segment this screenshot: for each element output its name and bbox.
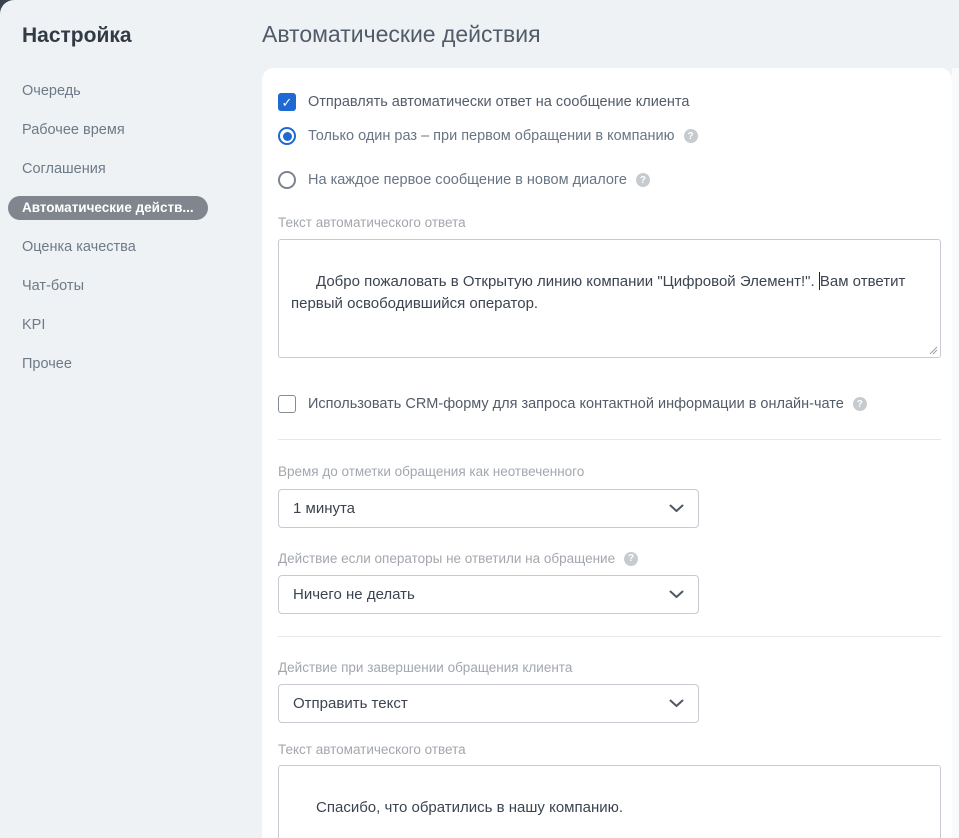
sidebar-item-label: Прочее: [22, 356, 72, 372]
sidebar-item-label: Очередь: [22, 83, 81, 99]
checkbox-checked-icon[interactable]: ✓: [278, 93, 296, 111]
radio-dot: [283, 132, 292, 141]
section-divider: [278, 439, 941, 440]
checkmark-icon: ✓: [282, 96, 293, 109]
right-edge-strip: [952, 68, 959, 838]
sidebar-item-agreements[interactable]: Соглашения: [22, 149, 262, 188]
radio-every-first-message-label: На каждое первое сообщение в новом диало…: [308, 172, 627, 188]
sidebar-item-label: Соглашения: [22, 161, 106, 177]
radio-unselected-icon[interactable]: [278, 171, 296, 189]
finish-textarea-value: Спасибо, что обратились в нашу компанию.: [316, 799, 623, 816]
sidebar-item-chat-bots[interactable]: Чат-боты: [22, 266, 262, 305]
sidebar-item-label: Рабочее время: [22, 122, 125, 138]
page-title: Автоматические действия: [262, 21, 541, 48]
sidebar-title: Настройка: [22, 24, 262, 48]
unanswered-action-select[interactable]: Ничего не делать: [278, 575, 699, 614]
help-icon[interactable]: ?: [636, 173, 650, 187]
sidebar-item-label-selected: Автоматические действ...: [8, 196, 208, 220]
help-icon[interactable]: ?: [684, 129, 698, 143]
unanswered-time-value: 1 минута: [293, 500, 669, 517]
sidebar-item-working-hours[interactable]: Рабочее время: [22, 110, 262, 149]
unanswered-time-label: Время до отметки обращения как неотвечен…: [278, 464, 941, 479]
finish-text-label: Текст автоматического ответа: [278, 742, 941, 757]
sidebar-item-label: KPI: [22, 317, 45, 333]
unanswered-action-label-text: Действие если операторы не ответили на о…: [278, 551, 615, 566]
checkbox-unchecked-icon[interactable]: [278, 395, 296, 413]
sidebar-item-quality-rating[interactable]: Оценка качества: [22, 227, 262, 266]
help-icon[interactable]: ?: [624, 552, 638, 566]
finish-action-label: Действие при завершении обращения клиент…: [278, 660, 941, 675]
resize-handle-icon[interactable]: [929, 346, 938, 355]
sidebar-item-label: Оценка качества: [22, 239, 136, 255]
crm-form-checkbox-row[interactable]: Использовать CRM-форму для запроса конта…: [278, 395, 941, 413]
sidebar: Настройка Очередь Рабочее время Соглашен…: [0, 0, 262, 838]
auto-reply-textarea[interactable]: Добро пожаловать в Открытую линию компан…: [278, 239, 941, 358]
sidebar-item-other[interactable]: Прочее: [22, 344, 262, 383]
finish-action-value: Отправить текст: [293, 695, 669, 712]
section-divider: [278, 636, 941, 637]
sidebar-item-queue[interactable]: Очередь: [22, 71, 262, 110]
radio-only-once-label: Только один раз – при первом обращении в…: [308, 128, 675, 144]
auto-reply-text-label: Текст автоматического ответа: [278, 215, 941, 230]
radio-every-first-message-row[interactable]: На каждое первое сообщение в новом диало…: [278, 171, 941, 189]
auto-reply-checkbox-label: Отправлять автоматически ответ на сообще…: [308, 94, 689, 110]
unanswered-time-select[interactable]: 1 минута: [278, 489, 699, 528]
auto-reply-text-before-caret: Добро пожаловать в Открытую линию компан…: [316, 273, 819, 290]
auto-reply-checkbox-row[interactable]: ✓ Отправлять автоматически ответ на сооб…: [278, 93, 941, 111]
finish-textarea[interactable]: Спасибо, что обратились в нашу компанию.: [278, 765, 941, 838]
radio-only-once-row[interactable]: Только один раз – при первом обращении в…: [278, 127, 941, 145]
crm-form-checkbox-label: Использовать CRM-форму для запроса конта…: [308, 396, 844, 412]
chevron-down-icon: [669, 699, 684, 708]
sidebar-item-automatic-actions[interactable]: Автоматические действ...: [22, 188, 262, 227]
settings-panel: Настройка Очередь Рабочее время Соглашен…: [0, 0, 959, 838]
sidebar-item-kpi[interactable]: KPI: [22, 305, 262, 344]
help-icon[interactable]: ?: [853, 397, 867, 411]
finish-action-select[interactable]: Отправить текст: [278, 684, 699, 723]
chevron-down-icon: [669, 590, 684, 599]
sidebar-item-label: Чат-боты: [22, 278, 84, 294]
chevron-down-icon: [669, 504, 684, 513]
radio-selected-icon[interactable]: [278, 127, 296, 145]
unanswered-action-value: Ничего не делать: [293, 586, 669, 603]
unanswered-action-label: Действие если операторы не ответили на о…: [278, 551, 941, 566]
settings-card: ✓ Отправлять автоматически ответ на сооб…: [262, 68, 952, 838]
